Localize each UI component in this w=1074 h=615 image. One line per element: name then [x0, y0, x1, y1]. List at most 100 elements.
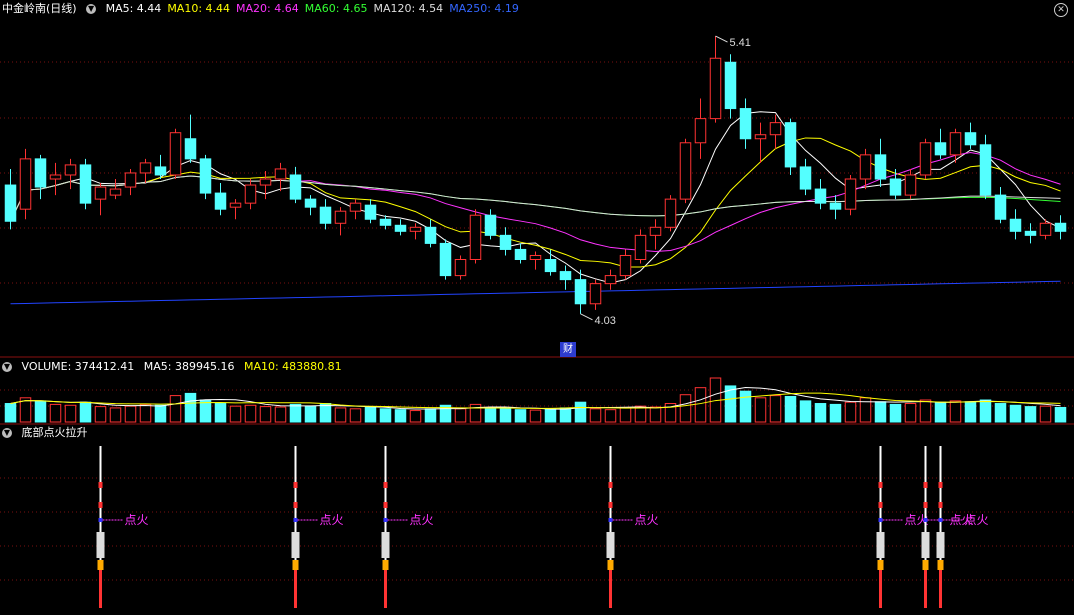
ma-label-2: MA20: 4.64	[236, 2, 299, 15]
signal-flame	[607, 560, 614, 570]
signal-mark-blue	[938, 518, 943, 522]
signal-label: 点火	[410, 513, 434, 527]
signal-body	[381, 532, 390, 558]
collapse-icon[interactable]: ▼	[86, 4, 97, 14]
signal-mark-red	[923, 482, 928, 488]
volume-bar	[319, 403, 332, 423]
volume-bar	[649, 406, 662, 423]
volume-bar	[1024, 406, 1037, 423]
ma20-line	[10, 152, 1061, 252]
candle-body	[604, 275, 617, 285]
candle-body	[424, 226, 437, 244]
candle-body	[49, 174, 62, 180]
candle-body	[79, 164, 92, 204]
candle-body	[979, 144, 992, 196]
candle-body	[469, 214, 482, 261]
ma-legend: MA5: 4.44 MA10: 4.44 MA20: 4.64 MA60: 4.65 M…	[106, 2, 525, 15]
candle-body	[529, 254, 542, 261]
signal-mark-red	[938, 482, 943, 488]
signal-mark-red	[878, 502, 883, 508]
signal-mark-blue	[98, 518, 103, 522]
volume-bar	[394, 409, 407, 423]
volume-bar	[229, 405, 242, 423]
price-panel-header: 中金岭南(日线) ▼ MA5: 4.44 MA10: 4.44 MA20: 4.64…	[2, 1, 531, 17]
signal-body	[876, 532, 885, 558]
candle-body	[274, 168, 287, 180]
volume-bar	[529, 409, 542, 423]
volume-bar	[784, 395, 797, 423]
signal-mark-red	[608, 482, 613, 488]
finance-badge[interactable]: 财	[560, 342, 576, 357]
volume-bar	[694, 387, 707, 423]
candle-body	[379, 218, 392, 226]
volume-ma10-label: MA10: 483880.81	[243, 360, 342, 373]
candle-body	[229, 202, 242, 208]
candle-body	[109, 188, 122, 196]
collapse-icon[interactable]: ▼	[2, 362, 12, 372]
volume-bar	[919, 399, 932, 423]
low-marker-line	[580, 313, 593, 321]
signal-flame	[97, 560, 104, 570]
candle-body	[544, 259, 557, 273]
candle-body	[889, 178, 902, 196]
candle-body	[949, 132, 962, 156]
ma120-line	[10, 175, 1061, 222]
volume-bar	[574, 401, 587, 423]
volume-bar	[964, 401, 977, 423]
volume-bar	[754, 397, 767, 423]
candle-body	[34, 158, 47, 188]
signal-mark-blue	[878, 518, 883, 522]
signal-body	[291, 532, 300, 558]
signal-mark-red	[98, 482, 103, 488]
volume-bar	[604, 409, 617, 423]
candle-body	[289, 174, 302, 200]
volume-bar	[334, 407, 347, 423]
signal-mark-blue	[293, 518, 298, 522]
candle-body	[19, 158, 32, 210]
volume-bar	[244, 404, 257, 423]
volume-bar	[589, 408, 602, 423]
signal-flame	[877, 560, 884, 570]
volume-bar	[199, 399, 212, 423]
high-marker-line	[715, 35, 728, 43]
volume-bar	[4, 403, 17, 423]
collapse-icon[interactable]: ▼	[2, 428, 12, 438]
candle-body	[439, 242, 452, 277]
candle-body	[349, 202, 362, 212]
candle-body	[754, 134, 767, 140]
signal-label: 点火	[125, 513, 149, 527]
ma10-line	[10, 137, 1061, 268]
candle-body	[64, 164, 77, 176]
ma-label-0: MA5: 4.44	[105, 2, 162, 15]
indicator-label: 底部点火拉升	[21, 426, 88, 439]
volume-label: VOLUME: 374412.41	[21, 360, 135, 373]
volume-bar	[829, 403, 842, 423]
candle-body	[4, 184, 17, 222]
signal-label: 点火	[635, 513, 659, 527]
candle-body	[994, 194, 1007, 220]
signal-mark-blue	[383, 518, 388, 522]
candle-body	[124, 172, 137, 188]
candle-body	[514, 248, 527, 260]
candle-body	[589, 283, 602, 305]
volume-bar	[484, 407, 497, 423]
candle-body	[724, 61, 737, 110]
signal-flame	[382, 560, 389, 570]
stock-chart-svg[interactable]: 5.414.03点火 点火 点火 点火 点火 点火点火	[0, 0, 1074, 612]
close-icon[interactable]: ✕	[1054, 3, 1068, 17]
candle-body	[214, 192, 227, 210]
signal-flame	[937, 560, 944, 570]
volume-bar	[379, 408, 392, 423]
volume-bar	[934, 401, 947, 423]
signal-body	[936, 532, 945, 558]
signal-flame	[922, 560, 929, 570]
volume-bar	[34, 400, 47, 423]
volume-bar	[124, 405, 137, 423]
candle-body	[169, 132, 182, 176]
candle-body	[814, 188, 827, 204]
indicator-panel-header: ▼ 底部点火拉升	[2, 425, 94, 441]
candle-body	[844, 178, 857, 210]
candle-body	[199, 158, 212, 194]
ma250-line	[10, 280, 1061, 305]
chart-stage[interactable]: 5.41 4.03 点火 点火 点火 点火 点火 点火 点火	[0, 0, 1074, 612]
